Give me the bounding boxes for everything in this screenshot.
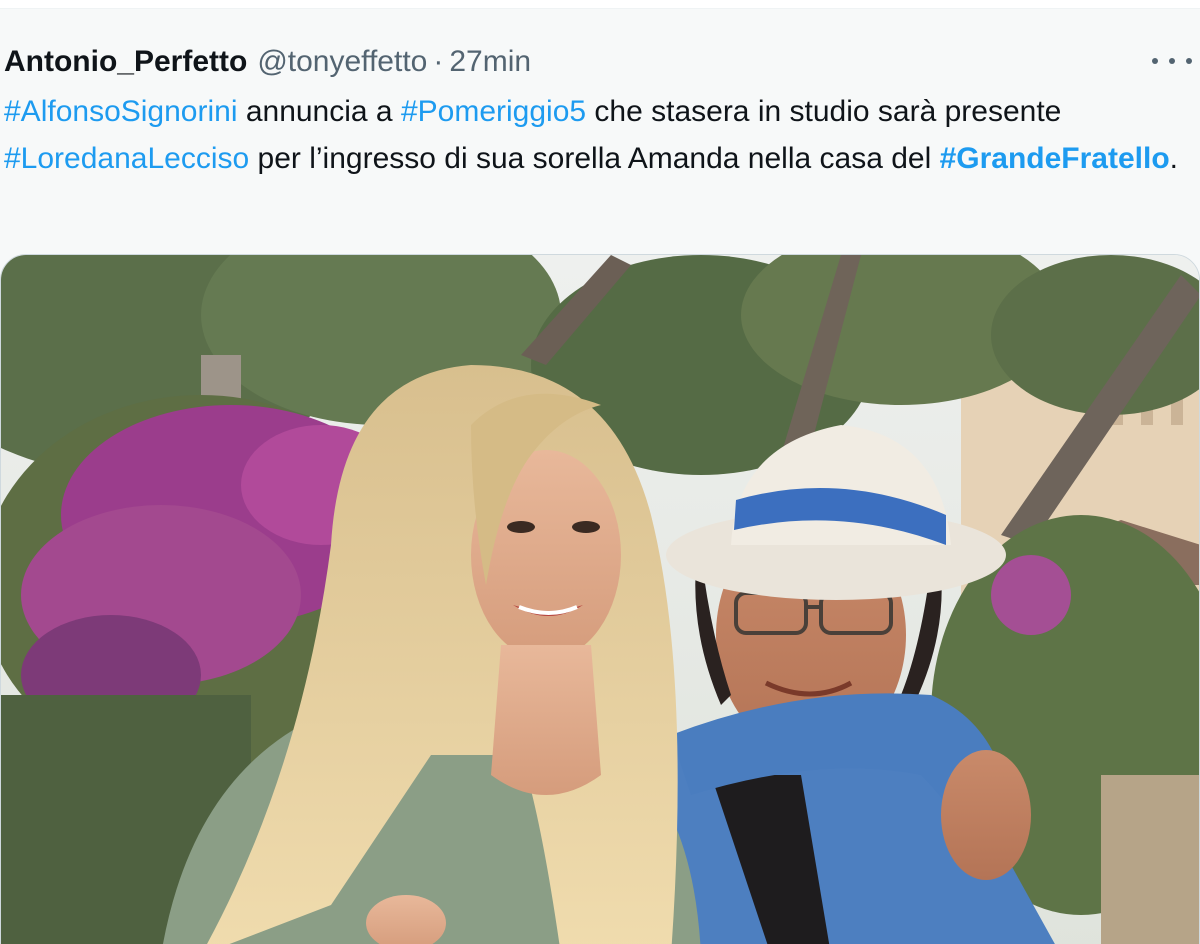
- more-dot: [1169, 58, 1175, 64]
- user-handle[interactable]: @tonyeffetto: [257, 40, 427, 84]
- tweet-text: #AlfonsoSignorini annuncia a #Pomeriggio…: [4, 88, 1194, 182]
- tweet-header: Antonio_Perfetto @tonyeffetto · 27min: [4, 40, 531, 84]
- more-dot: [1186, 58, 1192, 64]
- divider: [0, 0, 1200, 9]
- hashtag-link[interactable]: #GrandeFratello: [940, 142, 1170, 175]
- tweet-text-segment: che stasera in studio sarà presente: [586, 95, 1062, 128]
- display-name[interactable]: Antonio_Perfetto: [4, 40, 247, 84]
- tweet-text-segment: per l’ingresso di sua sorella Amanda nel…: [249, 142, 940, 175]
- photo-illustration: [1, 255, 1199, 944]
- more-horizontal-icon[interactable]: [1152, 46, 1192, 76]
- tweet-text-segment: .: [1169, 142, 1179, 175]
- more-dot: [1152, 58, 1158, 64]
- tweet-card[interactable]: Antonio_Perfetto @tonyeffetto · 27min #A…: [0, 0, 1200, 944]
- tweet-photo[interactable]: [0, 254, 1200, 944]
- tweet-text-segment: annuncia a: [237, 95, 401, 128]
- timestamp[interactable]: 27min: [449, 40, 531, 84]
- hashtag-link[interactable]: #Pomeriggio5: [401, 95, 586, 128]
- hashtag-link[interactable]: #LoredanaLecciso: [4, 142, 249, 175]
- hashtag-link[interactable]: #AlfonsoSignorini: [4, 95, 237, 128]
- separator-dot: ·: [433, 45, 444, 78]
